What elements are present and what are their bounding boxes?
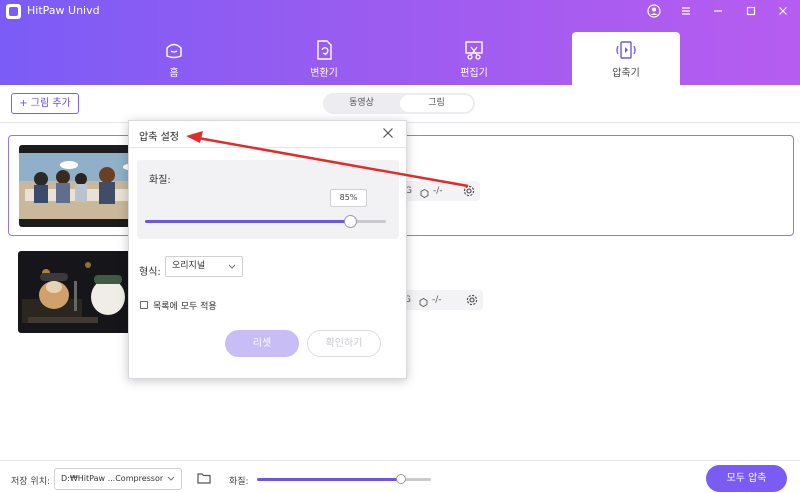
app-title: HitPaw Univd [27, 4, 100, 17]
image-thumbnail [19, 145, 135, 227]
format-label: 형식: [139, 267, 161, 278]
file-size: -/- [432, 295, 442, 305]
account-icon[interactable] [646, 3, 662, 19]
chevron-down-icon [166, 469, 176, 489]
add-image-button[interactable]: + 그림 추가 [11, 93, 79, 114]
app-header: HitPaw Univd 홈 변환기 편집기 압축기 [0, 0, 800, 85]
format-value: 오리지널 [172, 261, 206, 271]
tab-label: 변환기 [310, 68, 338, 79]
reset-button[interactable]: 리셋 [225, 330, 299, 357]
segment-image[interactable]: 그림 [400, 95, 473, 112]
compress-settings-dialog: 압축 설정 화질: 85% 형식: 오리지널 목록에 모두 적용 리셋 확인하기 [128, 120, 407, 379]
save-path-value: D:₩HitPaw ...Compressor [61, 474, 164, 483]
size-icon [420, 186, 429, 206]
tab-compressor[interactable]: 압축기 [572, 32, 680, 85]
tab-label: 압축기 [612, 68, 640, 79]
compressor-icon [615, 40, 637, 60]
settings-gear-icon[interactable] [465, 293, 479, 315]
tab-editor[interactable]: 편집기 [420, 32, 528, 85]
dialog-divider [129, 147, 406, 148]
quality-label: 화질: [149, 175, 171, 186]
menu-icon[interactable] [678, 3, 694, 19]
save-path-select[interactable]: D:₩HitPaw ...Compressor [54, 468, 182, 490]
close-icon[interactable] [380, 125, 396, 141]
segment-video[interactable]: 동영상 [325, 95, 398, 112]
save-location-label: 저장 위치: [11, 477, 51, 487]
tab-label: 편집기 [460, 68, 488, 79]
minimize-icon[interactable] [710, 3, 726, 19]
tab-converter[interactable]: 변환기 [270, 32, 378, 85]
folder-icon[interactable] [196, 470, 212, 486]
bottom-quality-slider-handle[interactable] [396, 474, 407, 484]
close-window-icon[interactable] [775, 3, 791, 19]
file-meta: G -/- [401, 290, 483, 310]
quality-slider-fill [145, 220, 350, 223]
format-select[interactable]: 오리지널 [165, 256, 243, 277]
file-size: -/- [433, 186, 443, 196]
apply-all-checkbox[interactable] [140, 301, 148, 309]
confirm-button[interactable]: 확인하기 [307, 330, 381, 357]
quality-slider[interactable] [145, 215, 386, 228]
bottom-quality-slider[interactable] [257, 474, 431, 484]
chevron-down-icon [227, 257, 237, 276]
quality-slider-handle[interactable] [343, 215, 357, 228]
size-icon [419, 295, 428, 315]
tab-home[interactable]: 홈 [120, 32, 228, 85]
editor-icon [463, 40, 485, 60]
converter-icon [313, 40, 335, 60]
settings-gear-icon[interactable] [462, 184, 476, 206]
bottom-bar: 저장 위치: D:₩HitPaw ...Compressor 화질: 모두 압축 [0, 460, 800, 493]
dialog-title: 압축 설정 [139, 132, 179, 143]
home-icon [163, 40, 185, 60]
bottom-quality-label: 화질: [229, 477, 249, 487]
app-logo-icon [6, 4, 21, 19]
compress-all-button[interactable]: 모두 압축 [706, 465, 787, 492]
quality-value-field[interactable]: 85% [330, 189, 367, 207]
tab-label: 홈 [169, 68, 179, 79]
bottom-quality-slider-fill [257, 478, 402, 481]
maximize-icon[interactable] [743, 3, 759, 19]
file-meta: G -/- [402, 181, 480, 201]
apply-all-label: 목록에 모두 적용 [153, 302, 217, 312]
image-thumbnail [18, 251, 134, 333]
quality-panel: 화질: 85% [137, 160, 399, 239]
media-type-toggle: 동영상 그림 [323, 93, 475, 114]
